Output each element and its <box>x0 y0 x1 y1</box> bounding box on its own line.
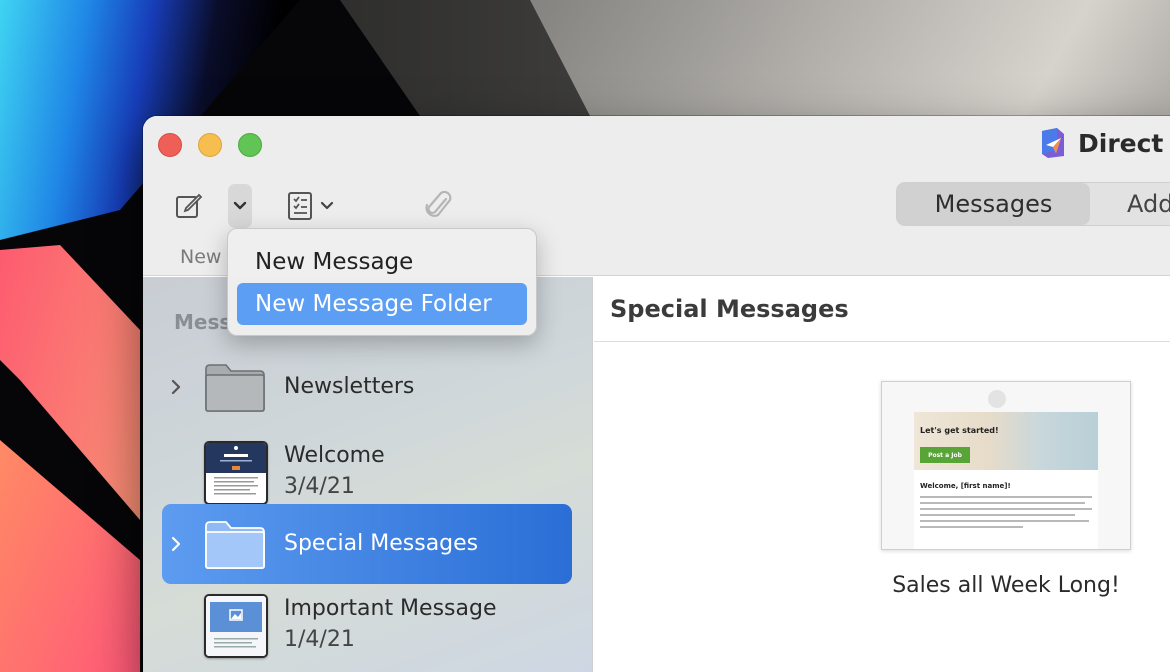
newsletter-preview-icon <box>206 443 266 495</box>
view-segmented-control: Messages Add <box>896 182 1170 226</box>
sidebar-item-label: Welcome <box>284 443 385 468</box>
message-thumbnail <box>204 441 268 505</box>
sidebar: Mess Newsletters Welcome 3/4/21 Special … <box>143 277 593 672</box>
tab-add[interactable]: Add <box>1090 183 1170 225</box>
menu-item-new-message[interactable]: New Message <box>237 241 527 283</box>
sidebar-heading: Mess <box>174 310 232 334</box>
sidebar-item-special-messages[interactable]: Special Messages <box>162 504 572 584</box>
divider <box>594 341 1170 342</box>
folder-title: Special Messages <box>610 295 849 323</box>
chevron-down-icon <box>233 201 247 210</box>
sidebar-item-label: Newsletters <box>284 374 415 399</box>
sidebar-item-newsletters[interactable]: Newsletters <box>162 349 572 425</box>
sidebar-item-label: Special Messages <box>284 531 479 556</box>
new-dropdown-menu: New Message New Message Folder <box>227 228 537 336</box>
folder-icon <box>205 364 265 412</box>
welcome-text: Welcome, [first name]! <box>920 482 1011 490</box>
sidebar-item-date: 1/4/21 <box>284 627 355 652</box>
main-content: Special Messages Let's get started! Post… <box>594 277 1170 672</box>
template-icon <box>288 192 312 220</box>
new-menu-dropdown-button[interactable] <box>228 184 252 228</box>
zoom-window-button[interactable] <box>238 133 262 157</box>
sidebar-item-date: 3/4/21 <box>284 474 355 499</box>
sidebar-item-welcome[interactable]: Welcome 3/4/21 <box>162 431 572 513</box>
disclosure-chevron[interactable] <box>162 379 190 395</box>
message-thumbnail <box>204 594 268 658</box>
window-title: Direct N <box>1040 128 1170 158</box>
body-text-lines <box>920 496 1092 532</box>
hero-title: Let's get started! <box>920 426 999 435</box>
chevron-right-icon <box>171 379 181 395</box>
new-message-button[interactable] <box>165 182 213 230</box>
attach-button[interactable] <box>419 186 459 226</box>
chevron-down-icon <box>320 201 334 210</box>
chevron-right-icon <box>171 536 181 552</box>
app-logo-icon <box>1042 128 1064 158</box>
app-window: Direct New Messages Add Mess Newsletters… <box>143 116 1170 672</box>
disclosure-chevron[interactable] <box>162 536 190 552</box>
close-window-button[interactable] <box>158 133 182 157</box>
image-preview-icon <box>206 596 266 656</box>
paperclip-icon <box>425 190 452 217</box>
hero-banner: Let's get started! Post a Job <box>914 412 1098 470</box>
cta-button: Post a Job <box>920 447 970 463</box>
sidebar-item-label: Important Message <box>284 596 497 621</box>
message-card-caption: Sales all Week Long! <box>892 573 1120 598</box>
menu-item-new-message-folder[interactable]: New Message Folder <box>237 283 527 325</box>
compose-icon <box>176 193 203 218</box>
folder-icon <box>205 521 265 569</box>
app-name: Direct N <box>1078 128 1170 158</box>
minimize-window-button[interactable] <box>198 133 222 157</box>
message-card[interactable]: Let's get started! Post a Job Welcome, [… <box>881 381 1131 550</box>
tab-messages[interactable]: Messages <box>897 183 1090 225</box>
new-toolbar-label: New <box>180 246 222 268</box>
message-preview: Let's get started! Post a Job Welcome, [… <box>914 412 1098 549</box>
logo-placeholder-icon <box>988 390 1006 408</box>
sidebar-item-important-message[interactable]: Important Message 1/4/21 <box>162 590 572 672</box>
template-menu-button[interactable] <box>279 186 341 226</box>
